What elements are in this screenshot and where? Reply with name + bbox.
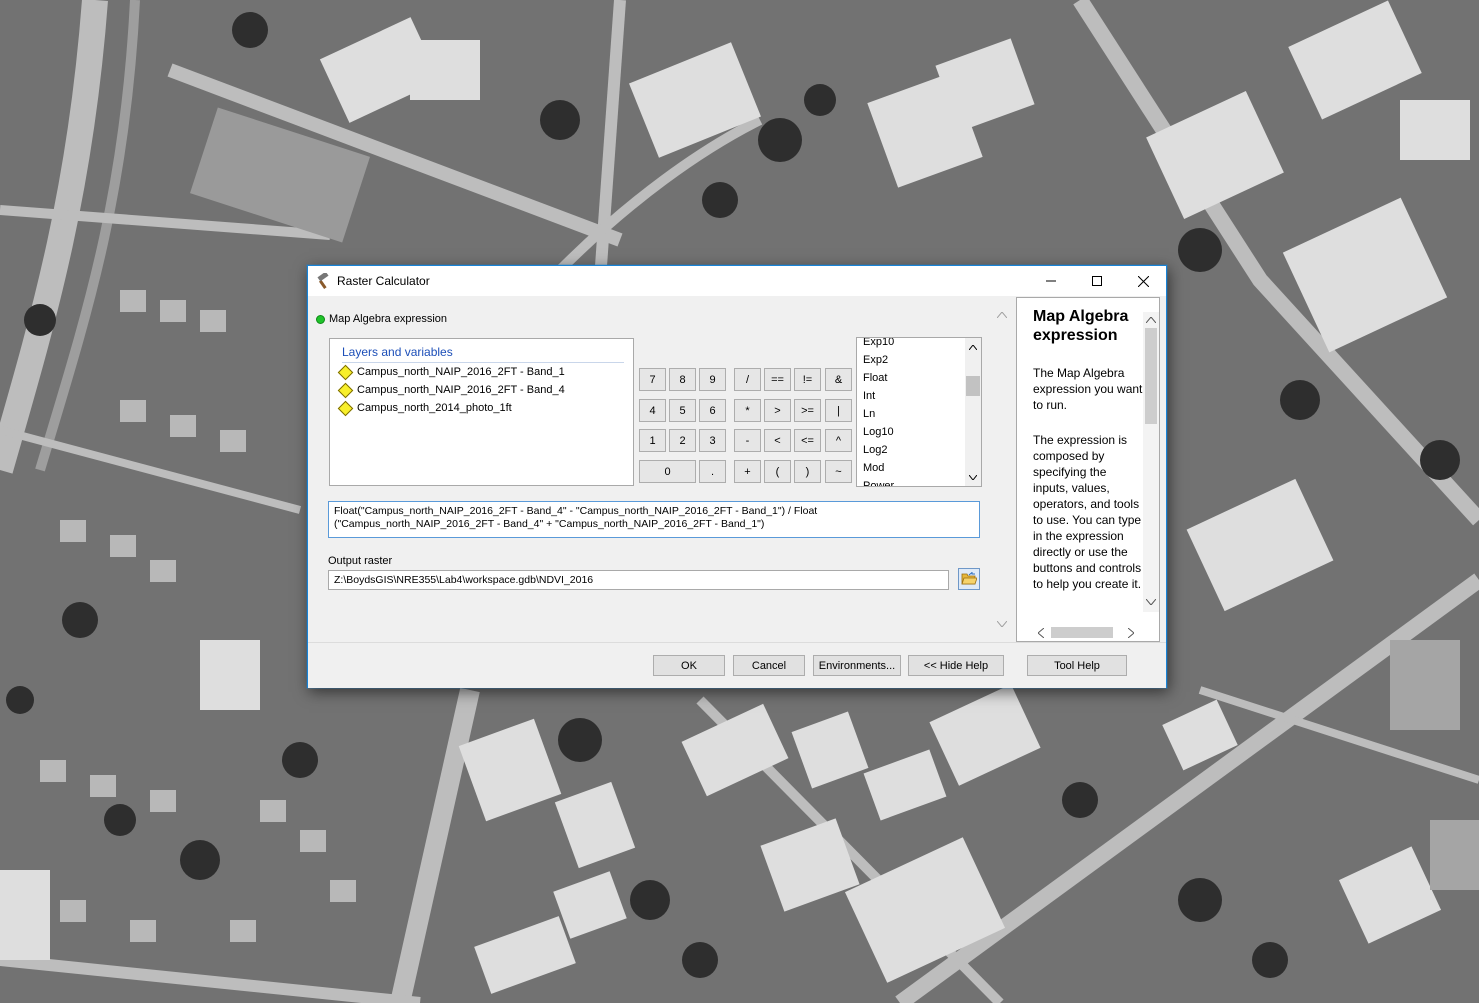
environments-button[interactable]: Environments... [813,655,901,676]
raster-layer-icon [337,364,354,380]
help-title: Map Algebra expression [1033,308,1129,344]
calc-button-or[interactable]: | [825,399,852,422]
scroll-up-icon[interactable] [965,339,981,355]
layer-item-label: Campus_north_2014_photo_1ft [357,402,512,414]
scroll-left-icon[interactable] [1033,625,1049,641]
calc-button-xor[interactable]: ^ [825,429,852,452]
calc-button-6[interactable]: 6 [699,399,726,422]
function-item-power[interactable]: Power [863,477,894,486]
output-raster-field[interactable]: Z:\BoydsGIS\NRE355\Lab4\workspace.gdb\ND… [328,570,949,590]
maximize-button[interactable] [1074,266,1120,296]
calc-button-decimal[interactable]: . [699,460,726,483]
function-item-ln[interactable]: Ln [863,405,894,423]
close-icon [1137,275,1149,287]
function-item-log2[interactable]: Log2 [863,441,894,459]
window-title: Raster Calculator [337,274,430,288]
calc-button-0[interactable]: 0 [639,460,696,483]
section-header: Map Algebra expression [316,313,447,325]
calc-button-less-equal[interactable]: <= [794,429,821,452]
raster-layer-icon [337,400,354,416]
hide-help-button[interactable]: << Hide Help [908,655,1004,676]
scroll-up-icon[interactable] [994,307,1010,323]
hammer-icon [317,273,329,289]
minimize-icon [1046,280,1056,282]
calc-button-7[interactable]: 7 [639,368,666,391]
calc-button-greater-equal[interactable]: >= [794,399,821,422]
scroll-down-icon[interactable] [965,469,981,485]
calc-button-not-equal[interactable]: != [794,368,821,391]
help-vertical-scrollbar[interactable] [1143,312,1159,612]
calc-button-greater[interactable]: > [764,399,791,422]
folder-open-icon [961,572,977,585]
functions-list[interactable]: Exp10 Exp2 Float Int Ln Log10 Log2 Mod P… [856,337,982,487]
scrollbar-thumb[interactable] [1051,627,1113,638]
calc-button-multiply[interactable]: * [734,399,761,422]
calc-button-divide[interactable]: / [734,368,761,391]
divider [342,362,624,363]
scroll-up-icon[interactable] [1143,312,1159,328]
section-label: Map Algebra expression [329,313,448,325]
help-paragraph: The Map Algebra expression you want to r… [1033,366,1143,412]
help-paragraph: The expression is composed by specifying… [1033,433,1142,591]
function-item-int[interactable]: Int [863,387,894,405]
calc-button-1[interactable]: 1 [639,429,666,452]
calc-button-5[interactable]: 5 [669,399,696,422]
calc-button-open-paren[interactable]: ( [764,460,791,483]
help-horizontal-scrollbar[interactable] [1033,624,1145,641]
calc-button-equal[interactable]: == [764,368,791,391]
function-item-mod[interactable]: Mod [863,459,894,477]
cancel-button[interactable]: Cancel [733,655,805,676]
dialog-footer: OK Cancel Environments... << Hide Help T… [308,642,1166,688]
calc-button-not[interactable]: ~ [825,460,852,483]
function-item-float[interactable]: Float [863,369,894,387]
function-item-log10[interactable]: Log10 [863,423,894,441]
parameters-scrollbar[interactable] [994,307,1010,632]
calc-button-2[interactable]: 2 [669,429,696,452]
maximize-icon [1092,276,1102,286]
tool-help-button[interactable]: Tool Help [1027,655,1127,676]
raster-calculator-dialog: Raster Calculator Map Algebra expression… [307,265,1167,688]
minimize-button[interactable] [1028,266,1074,296]
calc-button-4[interactable]: 4 [639,399,666,422]
tool-parameters-pane: Map Algebra expression Layers and variab… [308,297,1013,642]
calc-button-close-paren[interactable]: ) [794,460,821,483]
help-panel: Map Algebra expression The Map Algebra e… [1016,297,1160,642]
calc-button-less[interactable]: < [764,429,791,452]
layer-item-band-4[interactable]: Campus_north_NAIP_2016_2FT - Band_4 [337,382,565,398]
calc-button-and[interactable]: & [825,368,852,391]
functions-scrollbar[interactable] [965,338,981,486]
layers-and-variables-list[interactable]: Layers and variables Campus_north_NAIP_2… [329,338,634,486]
calc-button-3[interactable]: 3 [699,429,726,452]
ok-button[interactable]: OK [653,655,725,676]
calc-button-8[interactable]: 8 [669,368,696,391]
scroll-right-icon[interactable] [1123,625,1139,641]
calc-button-minus[interactable]: - [734,429,761,452]
browse-button[interactable] [958,568,980,590]
calc-button-9[interactable]: 9 [699,368,726,391]
expression-input[interactable]: Float("Campus_north_NAIP_2016_2FT - Band… [328,501,980,538]
layer-item-photo[interactable]: Campus_north_2014_photo_1ft [337,400,512,416]
layer-item-label: Campus_north_NAIP_2016_2FT - Band_4 [357,384,565,396]
scroll-down-icon[interactable] [1143,594,1159,610]
scrollbar-thumb[interactable] [966,376,980,396]
status-dot-icon [316,314,325,324]
layer-item-label: Campus_north_NAIP_2016_2FT - Band_1 [357,366,565,378]
scrollbar-thumb[interactable] [1145,328,1157,424]
output-raster-label: Output raster [328,555,393,567]
scroll-down-icon[interactable] [994,616,1010,632]
function-item-exp10[interactable]: Exp10 [863,338,894,351]
close-button[interactable] [1120,266,1166,296]
function-item-exp2[interactable]: Exp2 [863,351,894,369]
layer-item-band-1[interactable]: Campus_north_NAIP_2016_2FT - Band_1 [337,364,565,380]
calc-button-plus[interactable]: + [734,460,761,483]
title-bar[interactable]: Raster Calculator [308,266,1166,296]
layers-list-header: Layers and variables [342,345,453,359]
raster-layer-icon [337,382,354,398]
